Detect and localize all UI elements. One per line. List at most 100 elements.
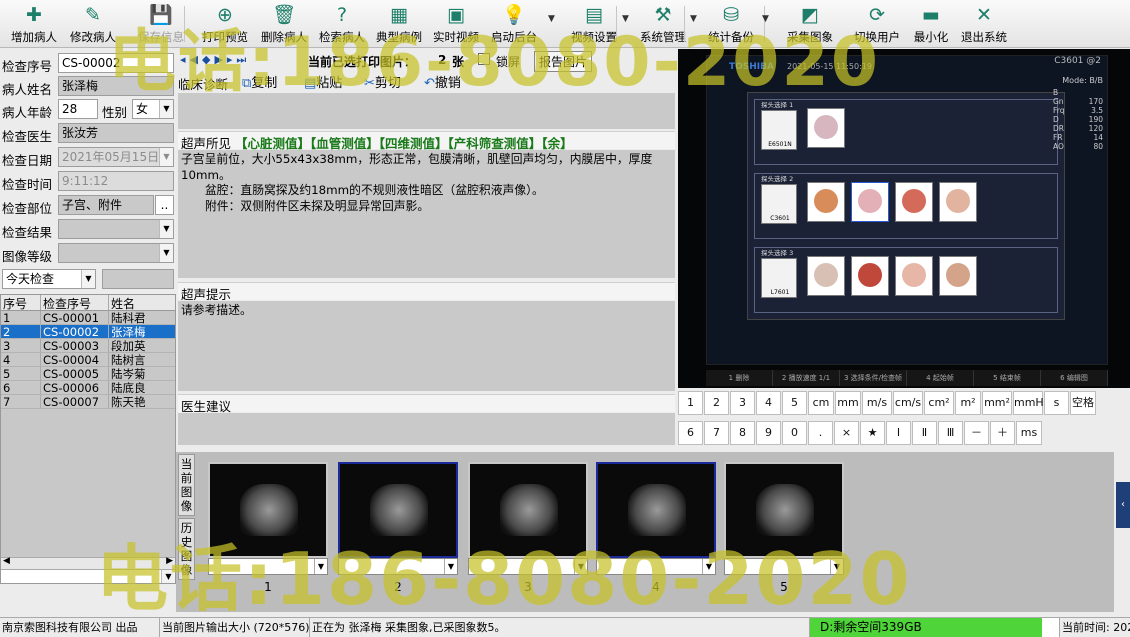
us-menu-item[interactable]: 6 编辑图 (1041, 370, 1108, 386)
findings-textarea[interactable]: 子宫呈前位，大小55x43x38mm，形态正常，包膜清晰，肌壁回声均匀，内膜居中… (178, 150, 675, 278)
print-preview-button[interactable]: ⊕ 打印预览 (196, 1, 254, 47)
collapse-panel-button[interactable]: ‹ (1116, 482, 1130, 528)
thumbnail-select[interactable]: ▼ (338, 558, 458, 575)
organ-tile[interactable] (807, 108, 845, 148)
filter-search-input[interactable] (102, 269, 174, 289)
doctor-field[interactable]: 张汝芳 (58, 123, 174, 143)
organ-tile[interactable] (939, 256, 977, 296)
hint-textarea[interactable]: 请参考描述。 (178, 301, 675, 391)
key-button[interactable]: Ⅲ (938, 421, 963, 445)
thumbnail-select[interactable]: ▼ (208, 558, 328, 575)
col-header[interactable]: 姓名 (109, 295, 175, 311)
findings-tab[interactable]: 【余】 (541, 136, 572, 151)
undo-button[interactable]: ↶撤销 (424, 72, 461, 91)
organ-tile[interactable] (851, 182, 889, 222)
key-button[interactable]: s (1044, 391, 1069, 415)
us-menu-item[interactable]: 1 删除 (706, 370, 773, 386)
thumbnail-image[interactable] (724, 462, 844, 558)
cut-button[interactable]: ✂剪切 (364, 72, 401, 91)
part-field[interactable]: 子宫、附件 (58, 195, 154, 215)
age-field[interactable]: 28 (58, 99, 98, 119)
key-button[interactable]: ＋ (990, 421, 1015, 445)
key-button[interactable]: 6 (678, 421, 703, 445)
chevron-down-icon[interactable]: ▼ (548, 14, 555, 24)
report-image-button[interactable]: 报告图片 (534, 51, 593, 72)
thumbnail-image[interactable] (208, 462, 328, 558)
findings-tab[interactable]: 【产科筛查测值】 (448, 136, 542, 151)
navigation-arrows-icon[interactable]: ◂◀◆▶▸⏭ (180, 53, 250, 67)
key-button[interactable]: 空格 (1070, 391, 1096, 415)
copy-button[interactable]: ⧉复制 (242, 72, 277, 91)
key-button[interactable]: 8 (730, 421, 755, 445)
capture-image-button[interactable]: ◩ 采集图象 (782, 1, 838, 47)
chevron-down-icon[interactable]: ▼ (690, 14, 697, 24)
key-button[interactable]: mm² (982, 391, 1012, 415)
table-row[interactable]: 7 CS-00007 陈天艳 (1, 395, 175, 409)
key-button[interactable]: 5 (782, 391, 807, 415)
key-button[interactable]: mmHg (1013, 391, 1051, 415)
key-button[interactable]: Ⅱ (912, 421, 937, 445)
key-button[interactable]: 2 (704, 391, 729, 415)
lock-screen-checkbox[interactable] (478, 53, 490, 65)
organ-tile[interactable] (807, 256, 845, 296)
exit-system-button[interactable]: ✕ 退出系统 (958, 1, 1010, 47)
stats-backup-button[interactable]: ⛁ 统计备份 (700, 1, 762, 47)
tab-current-images[interactable]: 当前图像 (178, 454, 195, 516)
table-row[interactable]: 3 CS-00003 段加英 (1, 339, 175, 353)
us-menu-item[interactable]: 5 结束帧 (974, 370, 1041, 386)
chevron-down-icon[interactable]: ▼ (762, 14, 769, 24)
name-field[interactable]: 张泽梅 (58, 76, 174, 96)
thumbnail-image[interactable] (468, 462, 588, 558)
minimize-button[interactable]: ▬ 最小化 (910, 1, 952, 47)
key-button[interactable]: cm/s (893, 391, 923, 415)
horizontal-scrollbar[interactable]: ◀ ▶ (1, 556, 175, 569)
delete-patient-button[interactable]: 🗑 删除病人 (256, 1, 312, 47)
key-button[interactable]: 9 (756, 421, 781, 445)
table-row[interactable]: 1 CS-00001 陆科君 (1, 311, 175, 325)
result-select[interactable]: ▼ (58, 219, 174, 239)
organ-tile[interactable] (807, 182, 845, 222)
thumbnail-image[interactable] (596, 462, 716, 558)
save-info-button[interactable]: 💾 保存信息 (134, 1, 188, 47)
key-button[interactable]: cm (808, 391, 834, 415)
table-row[interactable]: 5 CS-00005 陆岑菊 (1, 367, 175, 381)
chevron-down-icon[interactable]: ▼ (622, 14, 629, 24)
system-manage-button[interactable]: ⚒ 系统管理 (630, 1, 696, 47)
filter-select[interactable]: 今天检查 ▼ (2, 269, 96, 289)
thumbnail-select[interactable]: ▼ (724, 558, 844, 575)
add-patient-button[interactable]: ✚ 增加病人 (6, 1, 62, 47)
key-button[interactable]: 7 (704, 421, 729, 445)
key-button[interactable]: ★ (860, 421, 885, 445)
key-button[interactable]: × (834, 421, 859, 445)
key-button[interactable]: m/s (862, 391, 892, 415)
table-row[interactable]: 6 CS-00006 陆底良 (1, 381, 175, 395)
col-header[interactable]: 序号 (1, 295, 41, 311)
probe-tile[interactable]: L7601 (761, 258, 797, 298)
table-row[interactable]: 4 CS-00004 陆树言 (1, 353, 175, 367)
key-button[interactable]: Ⅰ (886, 421, 911, 445)
col-header[interactable]: 检查序号 (41, 295, 109, 311)
key-button[interactable]: － (964, 421, 989, 445)
key-button[interactable]: 1 (678, 391, 703, 415)
typical-case-button[interactable]: ▦ 典型病例 (372, 1, 426, 47)
us-menu-item[interactable]: 4 起始帧 (907, 370, 974, 386)
advice-textarea[interactable] (178, 413, 675, 445)
table-footer-select[interactable]: ▼ (1, 569, 175, 583)
organ-tile[interactable] (851, 256, 889, 296)
edit-patient-button[interactable]: ✎ 修改病人 (64, 1, 122, 47)
paste-button[interactable]: ▤粘贴 (304, 72, 342, 91)
live-video-button[interactable]: ▣ 实时视频 (428, 1, 484, 47)
us-menu-item[interactable]: 3 选择条件/检查帧 (840, 370, 907, 386)
seq-field[interactable]: CS-00002 (58, 53, 174, 73)
search-patient-button[interactable]: ? 检索病人 (314, 1, 370, 47)
ultrasound-image[interactable]: TOSHIBA 2021-05-15 11:50:19 C3601 @2 探头选… (678, 49, 1130, 388)
findings-tab[interactable]: 【四维测值】 (379, 136, 448, 151)
grade-select[interactable]: ▼ (58, 243, 174, 263)
us-menu-item[interactable]: 2 播放速度 1/1 (773, 370, 840, 386)
findings-tab[interactable]: 【心脏测值】 (235, 136, 310, 151)
key-button[interactable]: ms (1016, 421, 1042, 445)
part-browse-button[interactable]: .. (155, 195, 174, 215)
findings-tab[interactable]: 【血管测值】 (310, 136, 379, 151)
thumbnail-select[interactable]: ▼ (468, 558, 588, 575)
key-button[interactable]: cm² (924, 391, 954, 415)
